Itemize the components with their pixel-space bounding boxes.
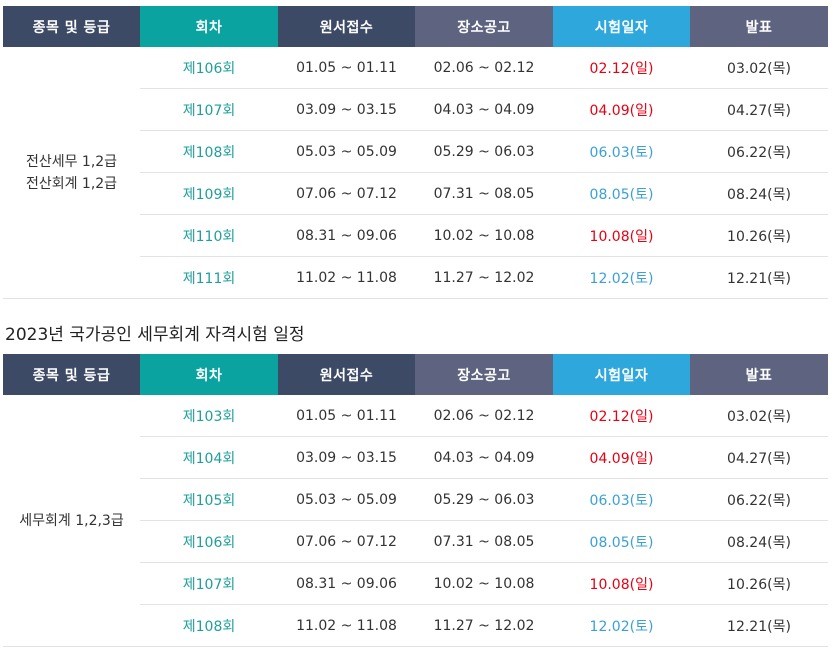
round-cell: 제104회 (140, 436, 278, 479)
header-exam-date: 시험일자 (553, 6, 690, 47)
application-period-cell: 03.09 ~ 03.15 (278, 88, 415, 131)
round-cell: 제106회 (140, 47, 278, 89)
application-period-cell: 11.02 ~ 11.08 (278, 256, 415, 299)
exam-date-cell: 10.08(일) (553, 214, 690, 257)
header-round: 회차 (140, 354, 278, 395)
round-cell: 제107회 (140, 562, 278, 605)
announcement-date-cell: 06.22(목) (690, 130, 828, 173)
announcement-date-cell: 12.21(목) (690, 604, 828, 647)
schedule-table-tax-accounting: 종목 및 등급 회차 원서접수 장소공고 시험일자 발표 세무회계 1,2,3급… (3, 354, 828, 647)
header-venue-notice: 장소공고 (415, 6, 553, 47)
venue-notice-cell: 02.06 ~ 02.12 (415, 47, 553, 89)
exam-date-cell: 12.02(토) (553, 256, 690, 299)
venue-notice-cell: 10.02 ~ 10.08 (415, 562, 553, 605)
announcement-date-cell: 03.02(목) (690, 395, 828, 437)
application-period-cell: 03.09 ~ 03.15 (278, 436, 415, 479)
application-period-cell: 01.05 ~ 01.11 (278, 47, 415, 89)
announcement-date-cell: 08.24(목) (690, 172, 828, 215)
venue-notice-cell: 05.29 ~ 06.03 (415, 478, 553, 521)
header-announcement: 발표 (690, 6, 828, 47)
exam-date-cell: 02.12(일) (553, 47, 690, 89)
exam-date-cell: 04.09(일) (553, 436, 690, 479)
header-application: 원서접수 (278, 6, 415, 47)
exam-date-cell: 08.05(토) (553, 172, 690, 215)
header-exam-date: 시험일자 (553, 354, 690, 395)
round-cell: 제106회 (140, 520, 278, 563)
table-row: 세무회계 1,2,3급 제103회 01.05 ~ 01.11 02.06 ~ … (3, 395, 828, 647)
announcement-date-cell: 10.26(목) (690, 214, 828, 257)
venue-notice-cell: 04.03 ~ 04.09 (415, 88, 553, 131)
announcement-date-cell: 04.27(목) (690, 88, 828, 131)
schedule-table-computerized: 종목 및 등급 회차 원서접수 장소공고 시험일자 발표 전산세무 1,2급 전… (3, 6, 828, 299)
header-venue-notice: 장소공고 (415, 354, 553, 395)
round-cell: 제108회 (140, 130, 278, 173)
venue-notice-cell: 11.27 ~ 12.02 (415, 256, 553, 299)
header-round: 회차 (140, 6, 278, 47)
header-category: 종목 및 등급 (3, 6, 140, 47)
round-cell: 제110회 (140, 214, 278, 257)
venue-notice-cell: 07.31 ~ 08.05 (415, 172, 553, 215)
venue-notice-cell: 07.31 ~ 08.05 (415, 520, 553, 563)
announcement-date-cell: 08.24(목) (690, 520, 828, 563)
application-period-cell: 08.31 ~ 09.06 (278, 214, 415, 257)
round-cell: 제105회 (140, 478, 278, 521)
header-announcement: 발표 (690, 354, 828, 395)
application-period-cell: 01.05 ~ 01.11 (278, 395, 415, 437)
venue-notice-cell: 10.02 ~ 10.08 (415, 214, 553, 257)
venue-notice-cell: 02.06 ~ 02.12 (415, 395, 553, 437)
category-line: 전산회계 1,2급 (25, 175, 118, 192)
application-period-cell: 07.06 ~ 07.12 (278, 520, 415, 563)
application-period-cell: 05.03 ~ 05.09 (278, 130, 415, 173)
announcement-date-cell: 12.21(목) (690, 256, 828, 299)
exam-date-cell: 06.03(토) (553, 130, 690, 173)
header-category: 종목 및 등급 (3, 354, 140, 395)
application-period-cell: 07.06 ~ 07.12 (278, 172, 415, 215)
venue-notice-cell: 04.03 ~ 04.09 (415, 436, 553, 479)
category-cell: 세무회계 1,2,3급 (3, 395, 140, 647)
application-period-cell: 08.31 ~ 09.06 (278, 562, 415, 605)
table-header-row: 종목 및 등급 회차 원서접수 장소공고 시험일자 발표 (3, 354, 828, 395)
round-cell: 제108회 (140, 604, 278, 647)
table-header-row: 종목 및 등급 회차 원서접수 장소공고 시험일자 발표 (3, 6, 828, 47)
announcement-date-cell: 04.27(목) (690, 436, 828, 479)
venue-notice-cell: 11.27 ~ 12.02 (415, 604, 553, 647)
category-line: 세무회계 1,2,3급 (19, 512, 124, 529)
round-cell: 제107회 (140, 88, 278, 131)
header-application: 원서접수 (278, 354, 415, 395)
exam-date-cell: 04.09(일) (553, 88, 690, 131)
round-cell: 제109회 (140, 172, 278, 215)
venue-notice-cell: 05.29 ~ 06.03 (415, 130, 553, 173)
exam-date-cell: 12.02(토) (553, 604, 690, 647)
announcement-date-cell: 10.26(목) (690, 562, 828, 605)
exam-date-cell: 06.03(토) (553, 478, 690, 521)
announcement-date-cell: 03.02(목) (690, 47, 828, 89)
announcement-date-cell: 06.22(목) (690, 478, 828, 521)
exam-date-cell: 10.08(일) (553, 562, 690, 605)
application-period-cell: 11.02 ~ 11.08 (278, 604, 415, 647)
exam-date-cell: 08.05(토) (553, 520, 690, 563)
category-cell: 전산세무 1,2급 전산회계 1,2급 (3, 47, 140, 299)
table-row: 전산세무 1,2급 전산회계 1,2급 제106회 01.05 ~ 01.11 … (3, 47, 828, 299)
section-title: 2023년 국가공인 세무회계 자격시험 일정 (5, 325, 305, 345)
round-cell: 제103회 (140, 395, 278, 437)
application-period-cell: 05.03 ~ 05.09 (278, 478, 415, 521)
exam-date-cell: 02.12(일) (553, 395, 690, 437)
round-cell: 제111회 (140, 256, 278, 299)
category-line: 전산세무 1,2급 (25, 153, 118, 170)
